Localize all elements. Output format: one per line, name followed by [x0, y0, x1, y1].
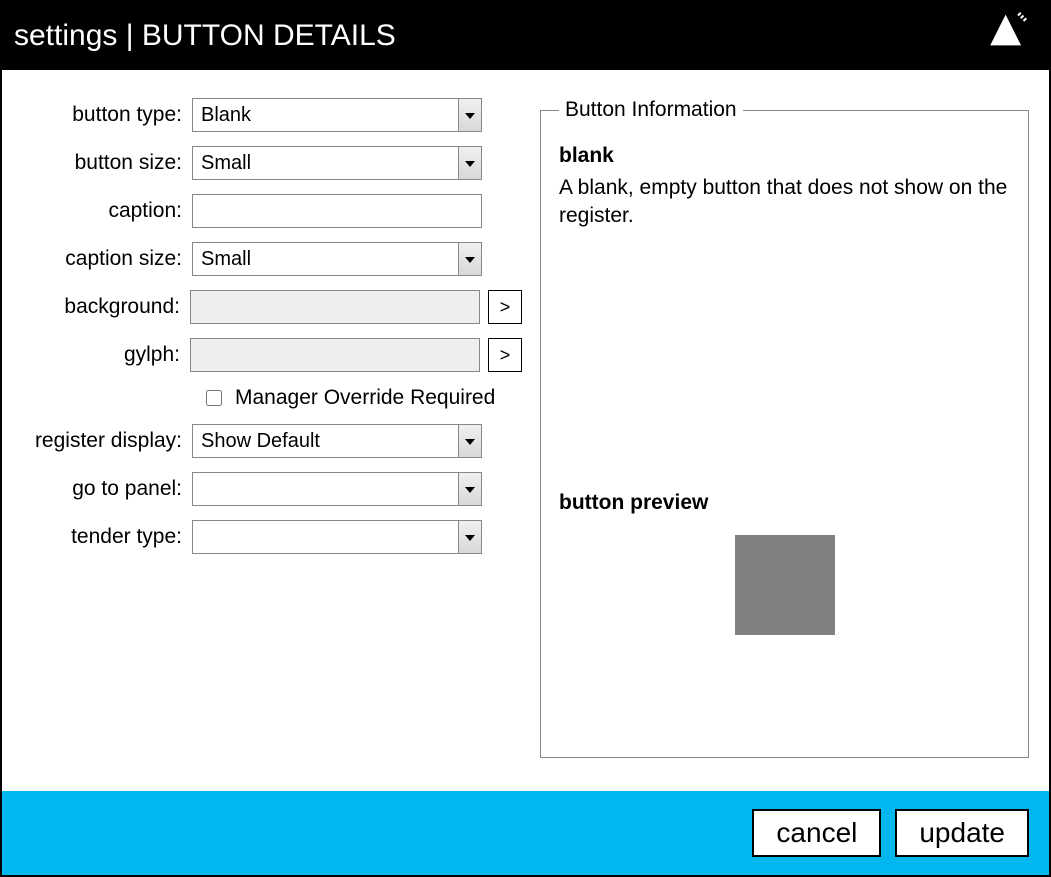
content-area: button type: Blank button size: Small ca… — [2, 70, 1049, 791]
browse-glyph-button[interactable]: > — [488, 338, 522, 372]
row-glyph: gylph: > — [22, 338, 522, 372]
dropdown-button-size[interactable]: Small — [192, 146, 482, 180]
field-glyph — [190, 338, 480, 372]
button-preview — [735, 535, 835, 635]
row-register-display: register display: Show Default — [22, 424, 522, 458]
label-glyph: gylph: — [22, 343, 190, 367]
input-caption[interactable] — [192, 194, 482, 228]
label-background: background: — [22, 295, 190, 319]
row-caption-size: caption size: Small — [22, 242, 522, 276]
label-go-to-panel: go to panel: — [22, 477, 192, 501]
row-manager-override: Manager Override Required — [202, 386, 522, 410]
footer-bar: cancel update — [2, 791, 1049, 875]
cancel-button[interactable]: cancel — [752, 809, 881, 857]
info-description: A blank, empty button that does not show… — [559, 174, 1010, 231]
dropdown-button-type[interactable]: Blank — [192, 98, 482, 132]
button-information-group: Button Information blank A blank, empty … — [540, 98, 1029, 758]
dropdown-tender-type[interactable] — [192, 520, 482, 554]
label-caption-size: caption size: — [22, 247, 192, 271]
label-button-type: button type: — [22, 103, 192, 127]
dropdown-caption-size[interactable]: Small — [192, 242, 482, 276]
row-tender-type: tender type: — [22, 520, 522, 554]
label-caption: caption: — [22, 199, 192, 223]
page-title: settings | BUTTON DETAILS — [14, 19, 396, 53]
label-manager-override: Manager Override Required — [235, 386, 495, 410]
row-button-type: button type: Blank — [22, 98, 522, 132]
preview-label: button preview — [559, 491, 1010, 515]
label-button-size: button size: — [22, 151, 192, 175]
dropdown-register-display[interactable]: Show Default — [192, 424, 482, 458]
info-column: Button Information blank A blank, empty … — [540, 98, 1029, 781]
label-tender-type: tender type: — [22, 525, 192, 549]
dropdown-go-to-panel[interactable] — [192, 472, 482, 506]
row-caption: caption: — [22, 194, 522, 228]
row-go-to-panel: go to panel: — [22, 472, 522, 506]
row-background: background: > — [22, 290, 522, 324]
header-bar: settings | BUTTON DETAILS — [2, 2, 1049, 70]
checkbox-manager-override[interactable] — [206, 390, 222, 406]
browse-background-button[interactable]: > — [488, 290, 522, 324]
info-legend: Button Information — [559, 98, 743, 122]
field-background — [190, 290, 480, 324]
app-logo-icon — [985, 10, 1029, 62]
row-button-size: button size: Small — [22, 146, 522, 180]
update-button[interactable]: update — [895, 809, 1029, 857]
form-column: button type: Blank button size: Small ca… — [22, 98, 522, 781]
label-register-display: register display: — [22, 429, 192, 453]
info-title: blank — [559, 144, 1010, 168]
